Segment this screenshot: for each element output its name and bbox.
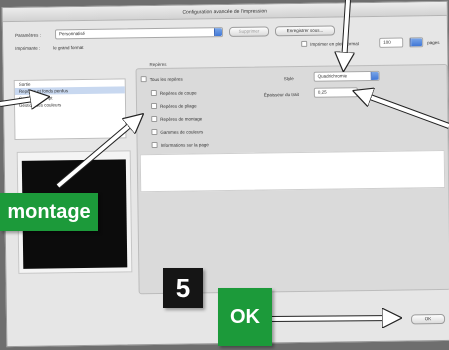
step-number-badge: 5 <box>163 268 203 308</box>
arrow-to-ok <box>269 318 392 319</box>
ok-callout: OK <box>218 288 272 346</box>
arrow-to-sidebar <box>0 98 40 104</box>
montage-callout: montage <box>0 193 98 231</box>
arrow-to-registration-marks <box>56 120 136 189</box>
arrow-to-weight <box>362 94 449 129</box>
arrow-to-mark-type <box>344 0 348 62</box>
